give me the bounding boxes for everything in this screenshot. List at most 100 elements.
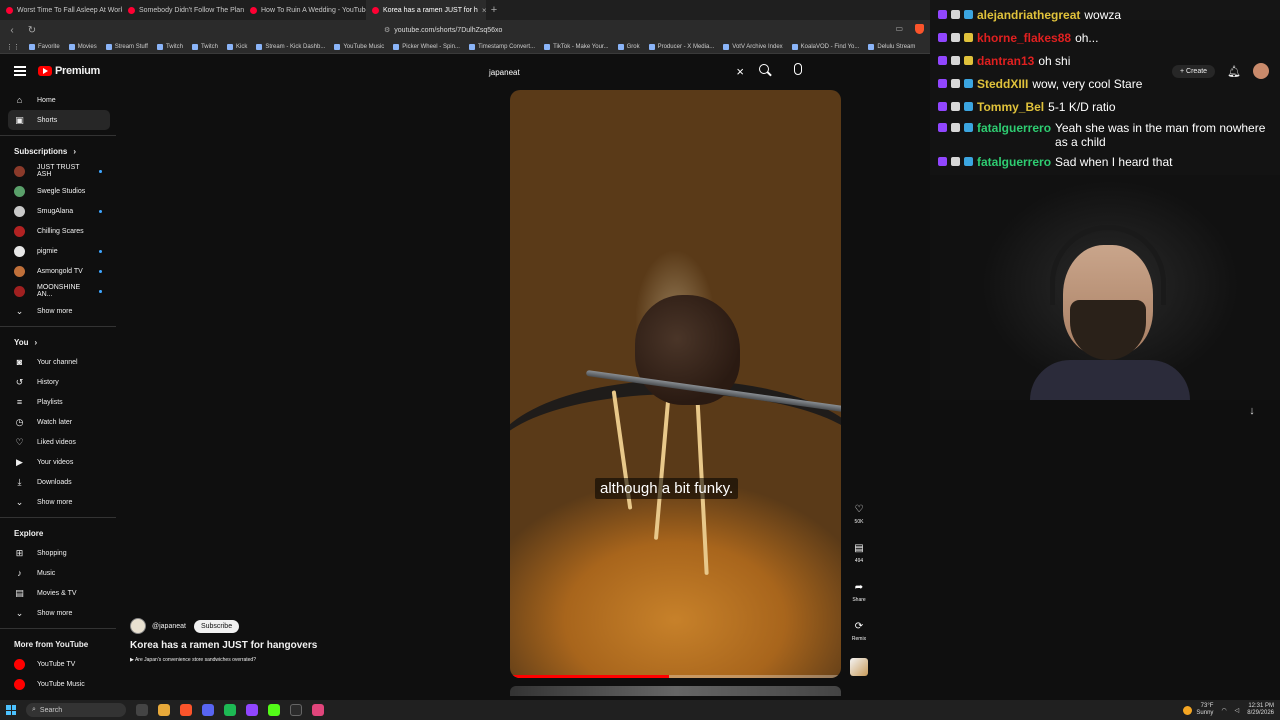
create-button[interactable]: + Create [1172, 64, 1216, 78]
spotify-icon[interactable] [224, 704, 236, 716]
bookmark-item[interactable]: Kick [226, 43, 247, 50]
sidebar-item[interactable]: ◙ Your channel [0, 352, 120, 372]
task-view-icon[interactable] [136, 704, 148, 716]
notifications-icon[interactable]: 🔔︎ [1227, 65, 1241, 78]
sidebar-item[interactable]: ⤓ Downloads [0, 472, 120, 492]
sidebar-item[interactable]: YouTube Music [0, 674, 120, 694]
sidebar-item[interactable]: ◷ Watch later [0, 412, 120, 432]
sidebar-item[interactable]: Chilling Scares [0, 221, 120, 241]
brave-shield-icon[interactable] [915, 24, 924, 36]
back-icon[interactable]: ‹ [6, 25, 18, 36]
sidebar-item[interactable]: ⌂ Home [0, 90, 120, 110]
sidebar-item[interactable]: SmugAlana [0, 201, 120, 221]
apps-icon[interactable]: ⋮⋮ [6, 43, 20, 51]
sidebar-item[interactable]: MOONSHINE AN... [0, 281, 120, 301]
taskbar-search[interactable]: ⌕ Search [26, 703, 126, 717]
video-title[interactable]: Korea has a ramen JUST for hangovers [130, 640, 490, 651]
account-avatar[interactable] [1253, 63, 1270, 79]
subscribe-button[interactable]: Subscribe [193, 619, 240, 633]
bookmark-item[interactable]: Timestamp Convert... [468, 43, 535, 50]
bookmark-item[interactable]: Delulu Stream [868, 43, 915, 50]
cast-icon[interactable]: ▭ [895, 24, 903, 36]
related-video-link[interactable]: ▶ Are Japan's convenience store sandwich… [130, 657, 490, 663]
sidebar-item[interactable]: pigmie [0, 241, 120, 261]
sidebar-item[interactable]: ⌄ Show more [0, 301, 120, 321]
like-button[interactable]: ♡ [850, 500, 868, 518]
browser-tab[interactable]: How To Ruin A Wedding - YouTube [244, 0, 366, 20]
browser-tab[interactable]: Somebody Didn't Follow The Plan - [122, 0, 244, 20]
windows-start-icon[interactable] [6, 705, 16, 715]
sidebar-item[interactable]: ▶ Your videos [0, 452, 120, 472]
sidebar-item[interactable]: Asmongold TV [0, 261, 120, 281]
browser-tab[interactable]: Worst Time To Fall Asleep At Work - [0, 0, 122, 20]
more-from-youtube-header[interactable]: More from YouTube [0, 634, 120, 654]
brave-browser-icon[interactable] [180, 704, 192, 716]
bookmark-item[interactable]: VotV Archive Index [723, 43, 783, 50]
sidebar-item[interactable]: ⌄ Show more [0, 492, 120, 512]
share-button[interactable]: ➦ [850, 578, 868, 596]
obs-icon[interactable] [290, 704, 302, 716]
clear-search-icon[interactable]: × [736, 64, 744, 79]
sidebar-item[interactable]: ⊞ Shopping [0, 543, 120, 563]
bookmark-item[interactable]: Stream Stuff [105, 43, 148, 50]
bookmark-item[interactable]: Twitch [156, 43, 183, 50]
site-info-icon[interactable]: ⚙ [384, 26, 390, 34]
new-tab-icon[interactable]: + [486, 4, 502, 16]
sidebar-item[interactable]: JUST TRUST ASH [0, 161, 120, 181]
you-header-label: You [14, 337, 29, 347]
menu-icon[interactable] [14, 66, 26, 76]
search-icon[interactable] [758, 63, 772, 77]
volume-icon[interactable]: ◁ [1235, 707, 1240, 714]
channel-avatar[interactable] [130, 618, 146, 634]
explore-header[interactable]: Explore [0, 523, 120, 543]
kick-icon[interactable] [268, 704, 280, 716]
clock[interactable]: 12:31 PM 8/29/2026 [1247, 703, 1274, 717]
sidebar-item[interactable]: ♡ Liked videos [0, 432, 120, 452]
bookmark-item[interactable]: Twitch [191, 43, 218, 50]
reload-icon[interactable]: ↻ [26, 25, 38, 36]
remix-button[interactable]: ⟳ [850, 617, 868, 635]
chat-username: fatalguerrero [977, 121, 1052, 135]
comments-button[interactable]: ▤ [850, 539, 868, 557]
video-progress-bar[interactable] [510, 675, 841, 678]
twitch-icon[interactable] [246, 704, 258, 716]
sidebar-item[interactable]: Swegle Studios [0, 181, 120, 201]
weather-widget[interactable]: 73°F Sunny [1183, 703, 1213, 717]
bookmark-item[interactable]: Producer - X Media... [648, 43, 714, 50]
sidebar-item[interactable]: ≡ Playlists [0, 392, 120, 412]
bookmark-item[interactable]: Grok [617, 43, 640, 50]
sidebar-item[interactable]: ↺ History [0, 372, 120, 392]
bookmark-icon [393, 43, 400, 50]
discord-icon[interactable] [202, 704, 214, 716]
bookmark-item[interactable]: KoalaVOD - Find Yo... [791, 43, 859, 50]
subscriptions-header[interactable]: Subscriptions › [0, 141, 120, 161]
bookmark-item[interactable]: Movies [68, 43, 97, 50]
scroll-down-icon[interactable]: ↓ [1245, 405, 1259, 419]
youtube-header: Premium japaneat × [0, 54, 930, 90]
sidebar-item[interactable]: ⌄ Show more [0, 603, 120, 623]
shorts-video-player[interactable]: although a bit funky. [510, 90, 841, 678]
sidebar-item[interactable]: ♪ Music [0, 563, 120, 583]
divider [0, 628, 116, 629]
you-header[interactable]: You › [0, 332, 120, 352]
sidebar-item[interactable]: ▤ Movies & TV [0, 583, 120, 603]
search-input[interactable]: japaneat × [480, 62, 750, 82]
twitch-platform-icon [938, 157, 947, 166]
channel-name[interactable]: @japaneat [152, 623, 186, 630]
next-short-preview[interactable] [510, 686, 841, 696]
bookmark-item[interactable]: Stream - Kick Dashb... [256, 43, 325, 50]
sidebar-item[interactable]: ▣ Shorts [8, 110, 110, 130]
sidebar-item[interactable]: YouTube TV [0, 654, 120, 674]
bookmark-item[interactable]: Favorite [29, 43, 60, 50]
youtube-logo[interactable]: Premium [38, 65, 100, 77]
bookmark-item[interactable]: YouTube Music [334, 43, 384, 50]
streamlabs-icon[interactable] [312, 704, 324, 716]
bookmark-item[interactable]: TikTok - Make Your... [544, 43, 609, 50]
address-bar[interactable]: ⚙ youtube.com/shorts/7DulhZsq56xo [384, 26, 502, 35]
browser-tab[interactable]: Korea has a ramen JUST for h × [366, 0, 486, 20]
wifi-icon[interactable]: ◠ [1221, 707, 1226, 714]
bookmark-item[interactable]: Picker Wheel - Spin... [393, 43, 460, 50]
file-explorer-icon[interactable] [158, 704, 170, 716]
audio-source-thumbnail[interactable] [850, 658, 868, 676]
mic-icon[interactable] [794, 63, 802, 75]
